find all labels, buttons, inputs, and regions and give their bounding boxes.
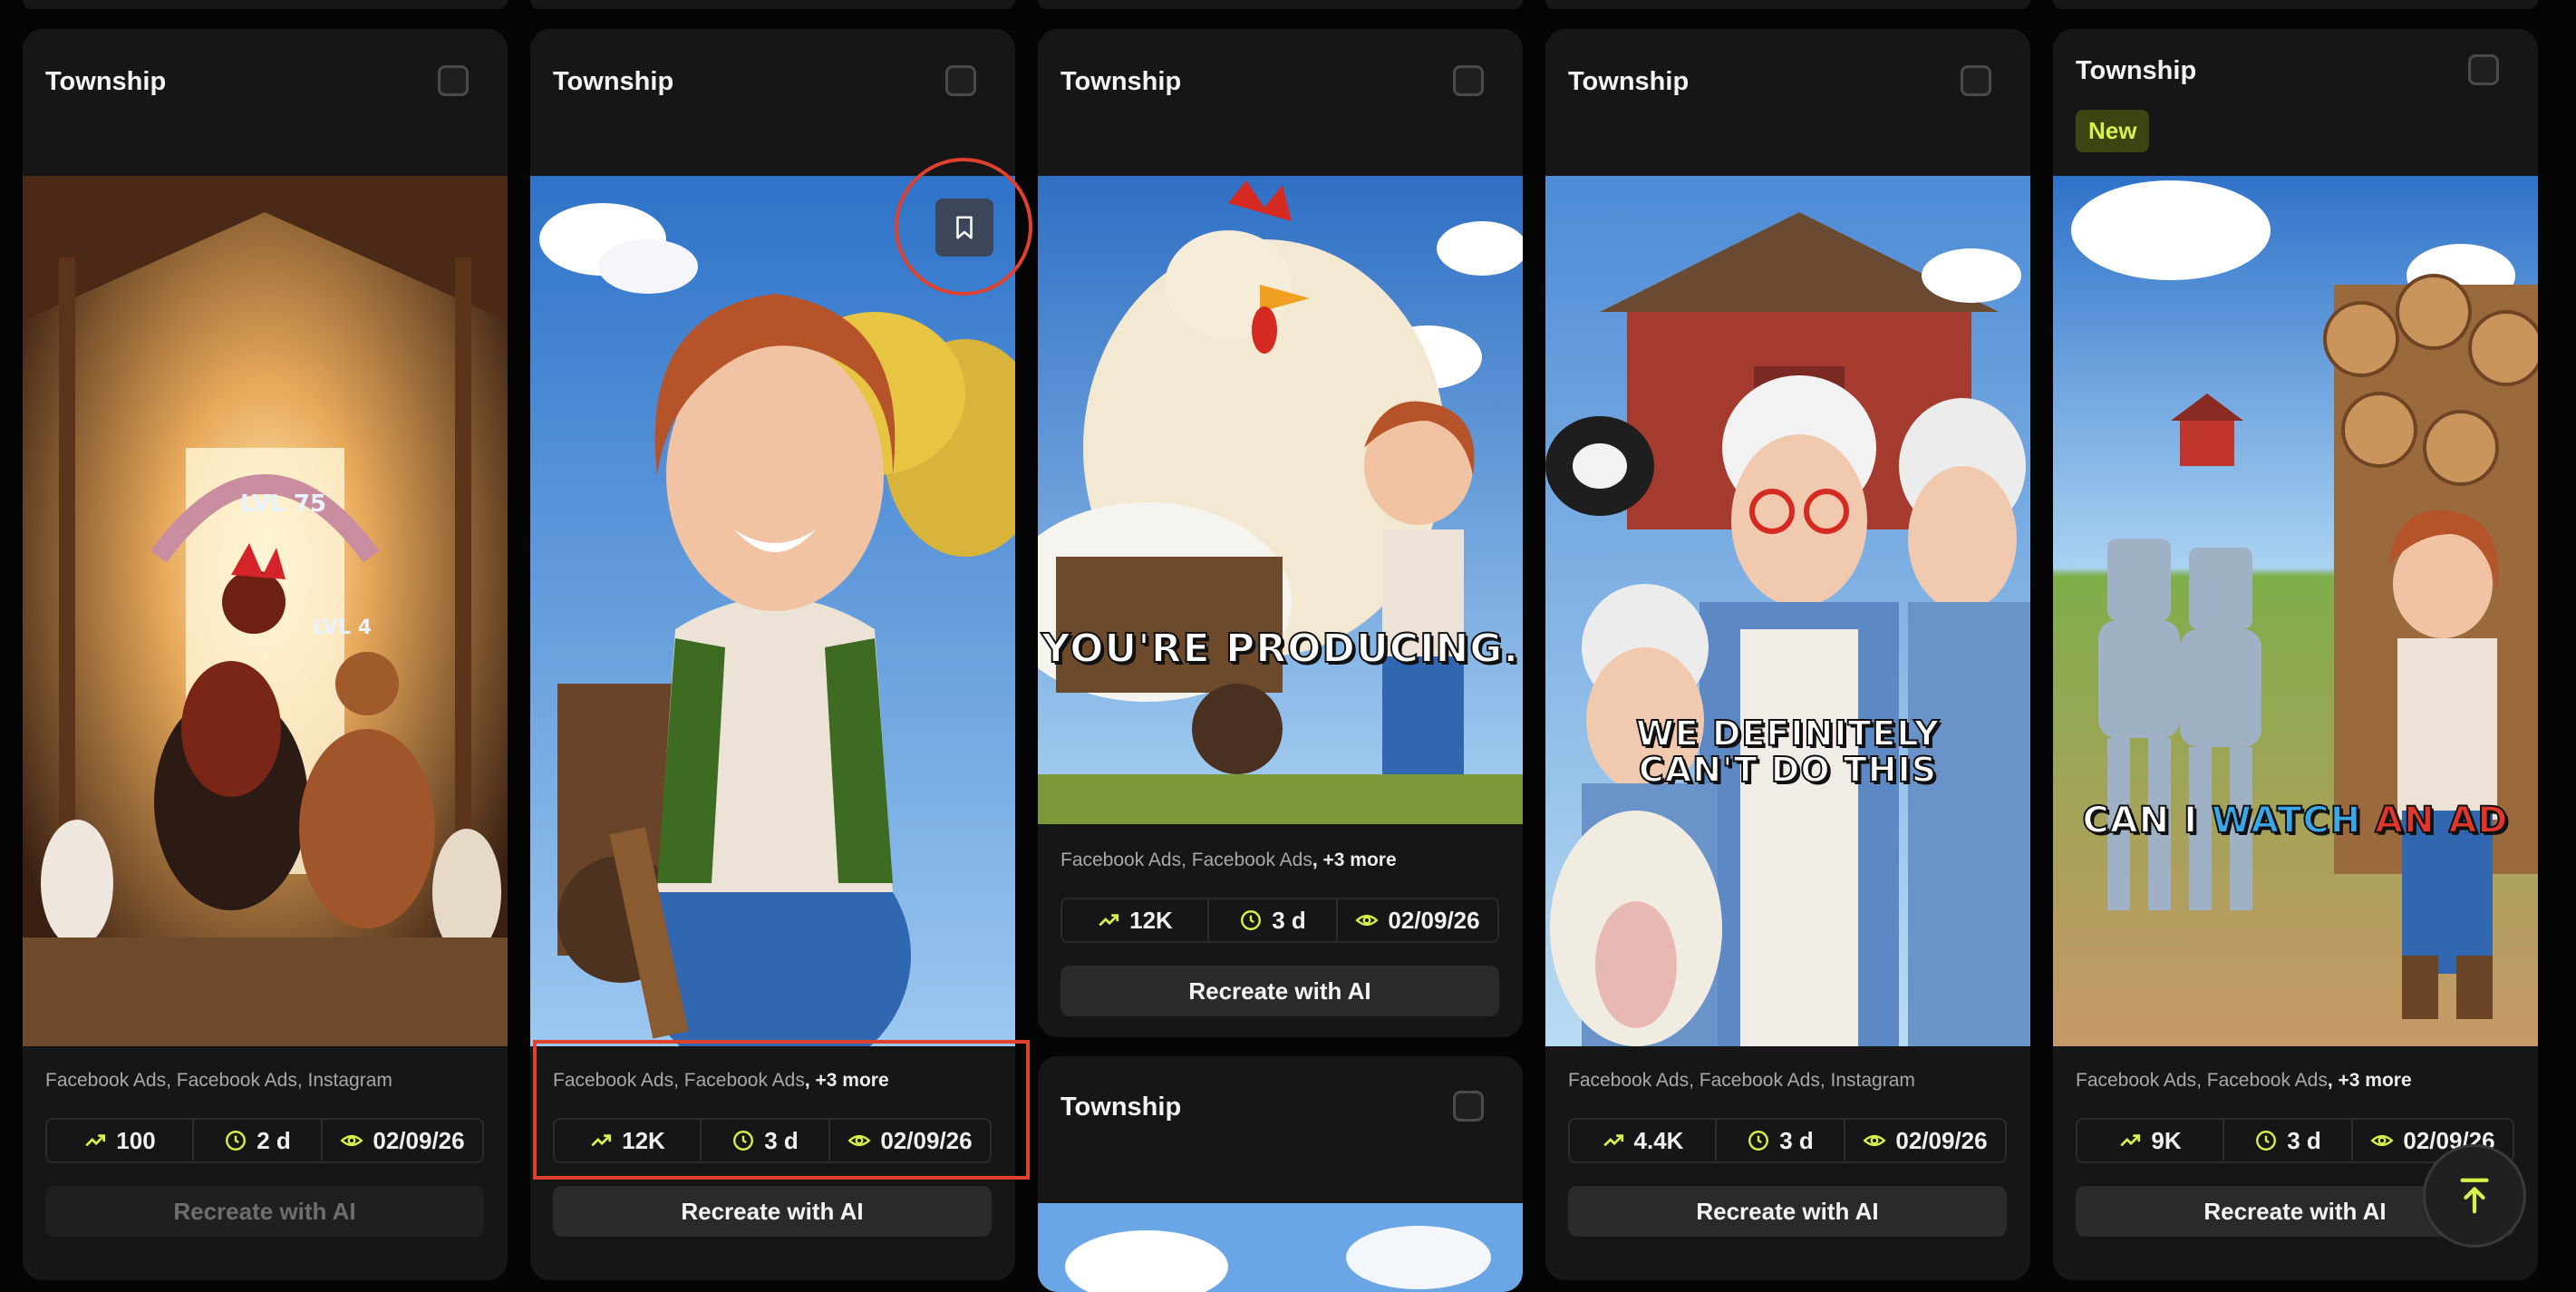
sources-text: Facebook Ads, Facebook Ads <box>2076 1070 2328 1091</box>
card-title: Township <box>45 67 167 96</box>
svg-text:LVL 4: LVL 4 <box>313 617 372 639</box>
select-checkbox[interactable] <box>1453 1091 1484 1122</box>
select-checkbox[interactable] <box>1453 65 1484 96</box>
age-value: 3 d <box>2287 1126 2321 1154</box>
tin-men-image <box>2053 176 2538 1046</box>
clock-icon <box>1241 910 1262 930</box>
select-checkbox[interactable] <box>438 65 469 96</box>
ad-thumbnail[interactable]: YOU'RE PRODUCING. <box>1038 176 1523 824</box>
ad-thumbnail[interactable]: WE DEFINITELY CAN'T DO THIS <box>1545 176 2030 1046</box>
date-stat: 02/09/26 <box>1845 1120 2005 1161</box>
previous-card-edge <box>1038 0 1523 9</box>
card-title: Township <box>553 67 674 96</box>
highlight-box <box>533 1040 1030 1180</box>
trending-up-icon <box>85 1134 106 1147</box>
previous-card-edge <box>1545 0 2030 9</box>
trend-stat: 12K <box>1062 899 1207 941</box>
previous-card-edge <box>530 0 1015 9</box>
more-sources-link[interactable]: , +3 more <box>1312 850 1397 870</box>
recreate-with-ai-button[interactable]: Recreate with AI <box>45 1186 484 1237</box>
ad-thumbnail[interactable] <box>1038 1203 1523 1292</box>
ad-caption: WE DEFINITELY CAN'T DO THIS <box>1635 714 1941 790</box>
date-value: 02/09/26 <box>1895 1126 1988 1154</box>
new-badge: New <box>2076 110 2150 152</box>
eye-icon <box>1863 1134 1887 1147</box>
eye-icon <box>340 1134 364 1147</box>
trending-up-icon <box>1603 1134 1623 1147</box>
highlight-circle <box>895 158 1032 296</box>
previous-card-edge <box>2053 0 2538 9</box>
age-value: 3 d <box>1779 1126 1814 1154</box>
select-checkbox[interactable] <box>945 65 976 96</box>
ad-caption: YOU'RE PRODUCING. <box>1041 626 1520 672</box>
date-value: 02/09/26 <box>1388 906 1480 934</box>
ad-sources: Facebook Ads, Facebook Ads, Instagram <box>45 1070 392 1092</box>
barn-scene-image: LVL 75 LVL 4 <box>23 176 508 1046</box>
giant-hen-image <box>1038 176 1523 824</box>
woman-cart-image <box>530 176 1015 1046</box>
ad-sources: Facebook Ads, Facebook Ads, +3 more <box>2076 1070 2412 1092</box>
sky-image <box>1038 1203 1523 1292</box>
ad-card[interactable]: Township <box>1545 29 2030 1280</box>
previous-card-edge <box>23 0 508 9</box>
sources-text: Facebook Ads, Facebook Ads <box>1060 850 1312 870</box>
ad-sources: Facebook Ads, Facebook Ads, +3 more <box>1060 850 1397 871</box>
recreate-with-ai-button[interactable]: Recreate with AI <box>553 1186 992 1237</box>
recreate-with-ai-button[interactable]: Recreate with AI <box>1568 1186 2007 1237</box>
caption-part-highlight: AN AD <box>2361 800 2509 841</box>
ad-card[interactable]: Township New CAN I WATCH AN AD Facebook … <box>2053 29 2538 1280</box>
trend-value: 12K <box>1129 906 1173 934</box>
caption-part: CAN I <box>2081 800 2212 841</box>
more-sources-link[interactable]: , +3 more <box>2328 1070 2412 1091</box>
stats-bar: 12K 3 d 02/09/26 <box>1060 898 1499 943</box>
age-stat: 3 d <box>1715 1120 1845 1161</box>
stats-bar: 100 2 d 02/09/26 <box>45 1118 484 1163</box>
age-stat: 2 d <box>192 1120 323 1161</box>
ad-card[interactable]: Township LVL 75 LVL 4 Facebook Ads, Face… <box>23 29 508 1280</box>
card-title: Township <box>1568 67 1690 96</box>
ad-thumbnail[interactable]: LVL 75 LVL 4 <box>23 176 508 1046</box>
sources-text: Facebook Ads, Facebook Ads, Instagram <box>1568 1070 1915 1091</box>
card-title: Township <box>1060 1093 1182 1122</box>
date-stat: 02/09/26 <box>323 1120 482 1161</box>
sources-text: Facebook Ads, Facebook Ads, Instagram <box>45 1070 392 1091</box>
card-title: Township <box>2076 56 2197 85</box>
eye-icon <box>1355 914 1380 927</box>
trend-value: 100 <box>116 1126 156 1154</box>
grannies-image <box>1545 176 2030 1046</box>
clock-icon <box>2256 1131 2277 1151</box>
trend-value: 4.4K <box>1633 1126 1684 1154</box>
trend-stat: 4.4K <box>1570 1120 1715 1161</box>
scroll-to-top-button[interactable] <box>2423 1144 2526 1248</box>
trend-stat: 9K <box>2077 1120 2223 1161</box>
ad-thumbnail[interactable]: CAN I WATCH AN AD <box>2053 176 2538 1046</box>
card-title: Township <box>1060 67 1182 96</box>
trend-value: 9K <box>2151 1126 2182 1154</box>
trend-stat: 100 <box>47 1120 192 1161</box>
clock-icon <box>1748 1131 1769 1151</box>
date-stat: 02/09/26 <box>1338 899 1497 941</box>
select-checkbox[interactable] <box>1961 65 1991 96</box>
ad-sources: Facebook Ads, Facebook Ads, Instagram <box>1568 1070 1915 1092</box>
age-stat: 3 d <box>2223 1120 2353 1161</box>
eye-icon <box>2370 1134 2395 1147</box>
stats-bar: 4.4K 3 d 02/09/26 <box>1568 1118 2007 1163</box>
age-stat: 3 d <box>1207 899 1338 941</box>
ad-card[interactable]: Township YOU'RE PRODUCING. Facebook Ads,… <box>1038 29 1523 1037</box>
trending-up-icon <box>2120 1134 2141 1147</box>
ad-caption: CAN I WATCH AN AD <box>2053 801 2538 840</box>
clock-icon <box>226 1131 247 1151</box>
date-value: 02/09/26 <box>373 1126 465 1154</box>
trending-up-icon <box>1099 914 1119 927</box>
ad-card[interactable]: Township <box>1038 1056 1523 1292</box>
arrow-up-to-line-icon <box>2460 1178 2489 1214</box>
select-checkbox[interactable] <box>2468 54 2499 85</box>
svg-text:LVL 75: LVL 75 <box>240 491 326 518</box>
age-value: 2 d <box>257 1126 291 1154</box>
ad-thumbnail[interactable] <box>530 176 1015 1046</box>
age-value: 3 d <box>1272 906 1306 934</box>
caption-part-highlight: WATCH <box>2211 800 2362 841</box>
recreate-with-ai-button[interactable]: Recreate with AI <box>1060 966 1499 1016</box>
